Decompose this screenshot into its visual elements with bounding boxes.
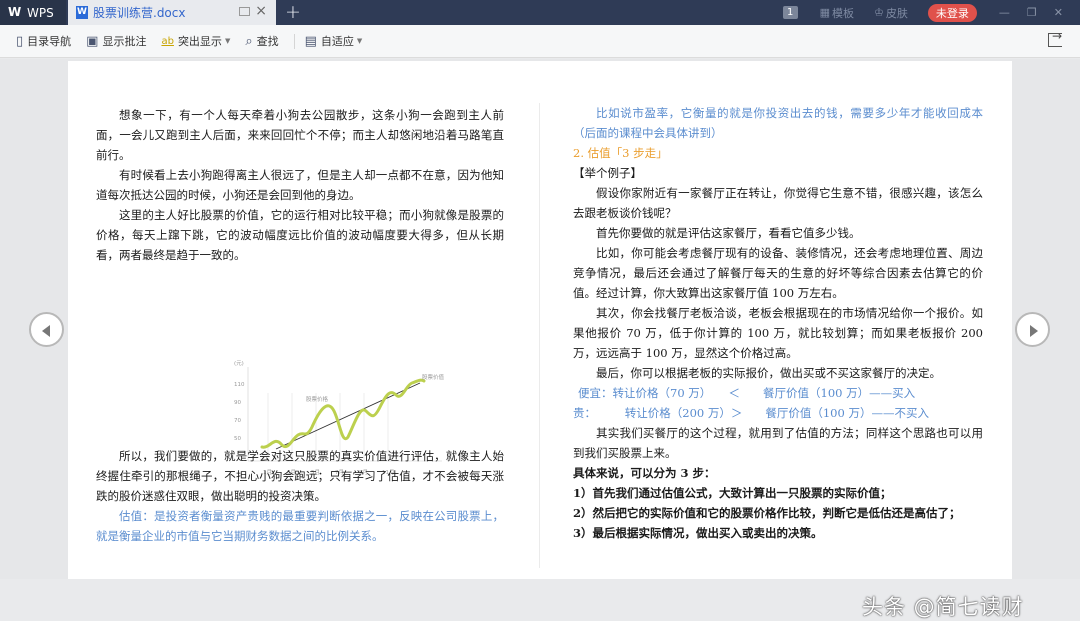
comment-icon: ▣ xyxy=(86,33,99,49)
next-page-button[interactable] xyxy=(1015,312,1050,347)
expensive-line: 贵： 转让价格（200 万）＞ 餐厅价值（100 万）——不买入 xyxy=(573,406,929,420)
title-bar: W WPS W 股票训练营.docx × + 1 ▦ 模板 ♔ 皮肤 未登录 —… xyxy=(0,0,1080,25)
app-name: WPS xyxy=(27,5,54,20)
fit-button[interactable]: ▤ 自适应 ▼ xyxy=(305,33,363,49)
highlight-button[interactable]: ab 突出显示 ▼ xyxy=(161,33,230,49)
paragraph: 其次，你会找餐厅老板洽谈，老板会根据现在的市场情况给你一个报价。如果他报价 70… xyxy=(573,306,983,360)
fit-label: 自适应 xyxy=(320,35,354,48)
y-tick-label: 90 xyxy=(234,400,241,406)
document-tab-title: 股票训练营.docx xyxy=(93,6,186,20)
toc-nav-label: 目录导航 xyxy=(27,35,72,48)
paragraph: 有时候看上去小狗跑得离主人很远了，但是主人却一点都不在意，因为他知道每次抵达公园… xyxy=(96,168,504,202)
steps-intro: 具体来说，可以分为 3 步： xyxy=(573,466,716,480)
title-bar-right: 1 ▦ 模板 ♔ 皮肤 未登录 — ❐ ✕ xyxy=(782,0,1080,25)
show-comments-button[interactable]: ▣ 显示批注 xyxy=(86,33,146,49)
reading-toolbar: ▯ 目录导航 ▣ 显示批注 ab 突出显示 ▼ ⌕ 查找 ▤ 自适应 ▼ xyxy=(0,25,1080,58)
y-unit-label: (元) xyxy=(234,360,244,367)
find-label: 查找 xyxy=(256,35,279,48)
word-doc-icon: W xyxy=(76,6,88,19)
template-icon: ▦ xyxy=(819,6,831,19)
price-series-label: 股票价格 xyxy=(306,395,329,403)
cheap-line: 便宜：转让价格（70 万） ＜ 餐厅价值（100 万）——买入 xyxy=(578,386,916,400)
paragraph: 想象一下，有一个人每天牵着小狗去公园散步，这条小狗一会跑到主人前面，一会儿又跑到… xyxy=(96,108,504,162)
restore-icon[interactable]: ❐ xyxy=(1027,6,1037,19)
new-tab-button[interactable]: + xyxy=(285,1,301,23)
paragraph: 其实我们买餐厅的这个过程，就用到了估值的方法；同样这个思路也可以用到我们买股票上… xyxy=(573,426,983,460)
price-wave-line xyxy=(260,378,426,449)
example-title: 【举个例子】 xyxy=(573,166,642,180)
left-column-lower: 所以，我们要做的，就是学会对这只股票的真实价值进行评估，就像主人始终握住牵引的那… xyxy=(96,446,504,546)
paragraph: 所以，我们要做的，就是学会对这只股票的真实价值进行评估，就像主人始终握住牵引的那… xyxy=(96,449,504,503)
template-label: 模板 xyxy=(832,6,855,20)
y-tick-label: 110 xyxy=(234,382,245,388)
paragraph: 比如，你可能会考虑餐厅现有的设备、装修情况，还会考虑地理位置、周边竞争情况，最后… xyxy=(573,246,983,300)
reading-area: 想象一下，有一个人每天牵着小狗去公园散步，这条小狗一会跑到主人前面，一会儿又跑到… xyxy=(0,59,1080,619)
show-comments-label: 显示批注 xyxy=(102,35,147,48)
watermark: 头条 @简七读财 xyxy=(862,595,1024,619)
chevron-down-icon: ▼ xyxy=(224,37,231,45)
close-tab-icon[interactable]: × xyxy=(255,3,267,19)
wps-app-tab[interactable]: W WPS xyxy=(0,0,66,25)
window-mode-icon[interactable] xyxy=(239,7,250,16)
paragraph: 假设你家附近有一家餐厅正在转让，你觉得它生意不错，很感兴趣，该怎么去跟老板谈价钱… xyxy=(573,186,983,220)
right-column: 比如说市盈率，它衡量的就是你投资出去的钱，需要多少年才能收回成本（后面的课程中会… xyxy=(573,103,983,543)
skin-button[interactable]: ♔ 皮肤 xyxy=(874,5,908,21)
step-item: 2）然后把它的实际价值和它的股票价格作比较，判断它是低估还是高估了； xyxy=(573,506,961,520)
page-divider xyxy=(539,103,540,568)
minimize-icon[interactable]: — xyxy=(999,6,1010,19)
step-item: 1）首先我们通过估值公式，大致计算出一只股票的实际价值； xyxy=(573,486,892,500)
toc-icon: ▯ xyxy=(16,33,24,49)
step-item: 3）最后根据实际情况，做出买入或卖出的决策。 xyxy=(573,526,823,540)
highlight-icon: ab xyxy=(161,35,174,47)
fit-icon: ▤ xyxy=(304,33,317,49)
document-page: 想象一下，有一个人每天牵着小狗去公园散步，这条小狗一会跑到主人前面，一会儿又跑到… xyxy=(68,61,1012,579)
paragraph: 这里的主人好比股票的价值，它的运行相对比较平稳；而小狗就像是股票的价格，每天上蹿… xyxy=(96,208,504,262)
y-tick-label: 50 xyxy=(234,436,241,442)
find-button[interactable]: ⌕ 查找 xyxy=(245,33,278,49)
search-icon: ⌕ xyxy=(245,33,253,49)
paragraph: 首先你要做的就是评估这家餐厅，看看它值多少钱。 xyxy=(596,226,861,240)
chevron-down-icon: ▼ xyxy=(356,37,363,45)
pe-note: 比如说市盈率，它衡量的就是你投资出去的钱，需要多少年才能收回成本（后面的课程中会… xyxy=(573,106,983,140)
left-column: 想象一下，有一个人每天牵着小狗去公园散步，这条小狗一会跑到主人前面，一会儿又跑到… xyxy=(96,105,504,265)
toc-nav-button[interactable]: ▯ 目录导航 xyxy=(16,33,71,49)
shirt-icon: ♔ xyxy=(874,6,884,19)
value-series-label: 股票价值 xyxy=(422,373,445,381)
wps-logo-icon: W xyxy=(8,5,22,19)
y-tick-label: 70 xyxy=(234,418,241,424)
highlight-label: 突出显示 xyxy=(177,35,222,48)
window-count-badge[interactable]: 1 xyxy=(782,6,798,19)
valuation-definition: 估值：是投资者衡量资产贵贱的最重要判断依据之一，反映在公司股票上，就是衡量企业的… xyxy=(96,509,504,543)
previous-page-button[interactable] xyxy=(29,312,64,347)
paragraph: 最后，你可以根据老板的实际报价，做出买或不买这家餐厅的决定。 xyxy=(596,366,941,380)
template-button[interactable]: ▦ 模板 xyxy=(820,5,854,21)
toolbar-divider xyxy=(293,33,295,49)
exit-reading-icon[interactable] xyxy=(1048,29,1062,47)
close-window-icon[interactable]: ✕ xyxy=(1054,6,1063,19)
login-button[interactable]: 未登录 xyxy=(927,3,977,22)
section-heading: 2. 估值「3 步走」 xyxy=(573,146,668,160)
document-tab[interactable]: W 股票训练营.docx × xyxy=(68,0,276,25)
skin-label: 皮肤 xyxy=(885,6,908,20)
